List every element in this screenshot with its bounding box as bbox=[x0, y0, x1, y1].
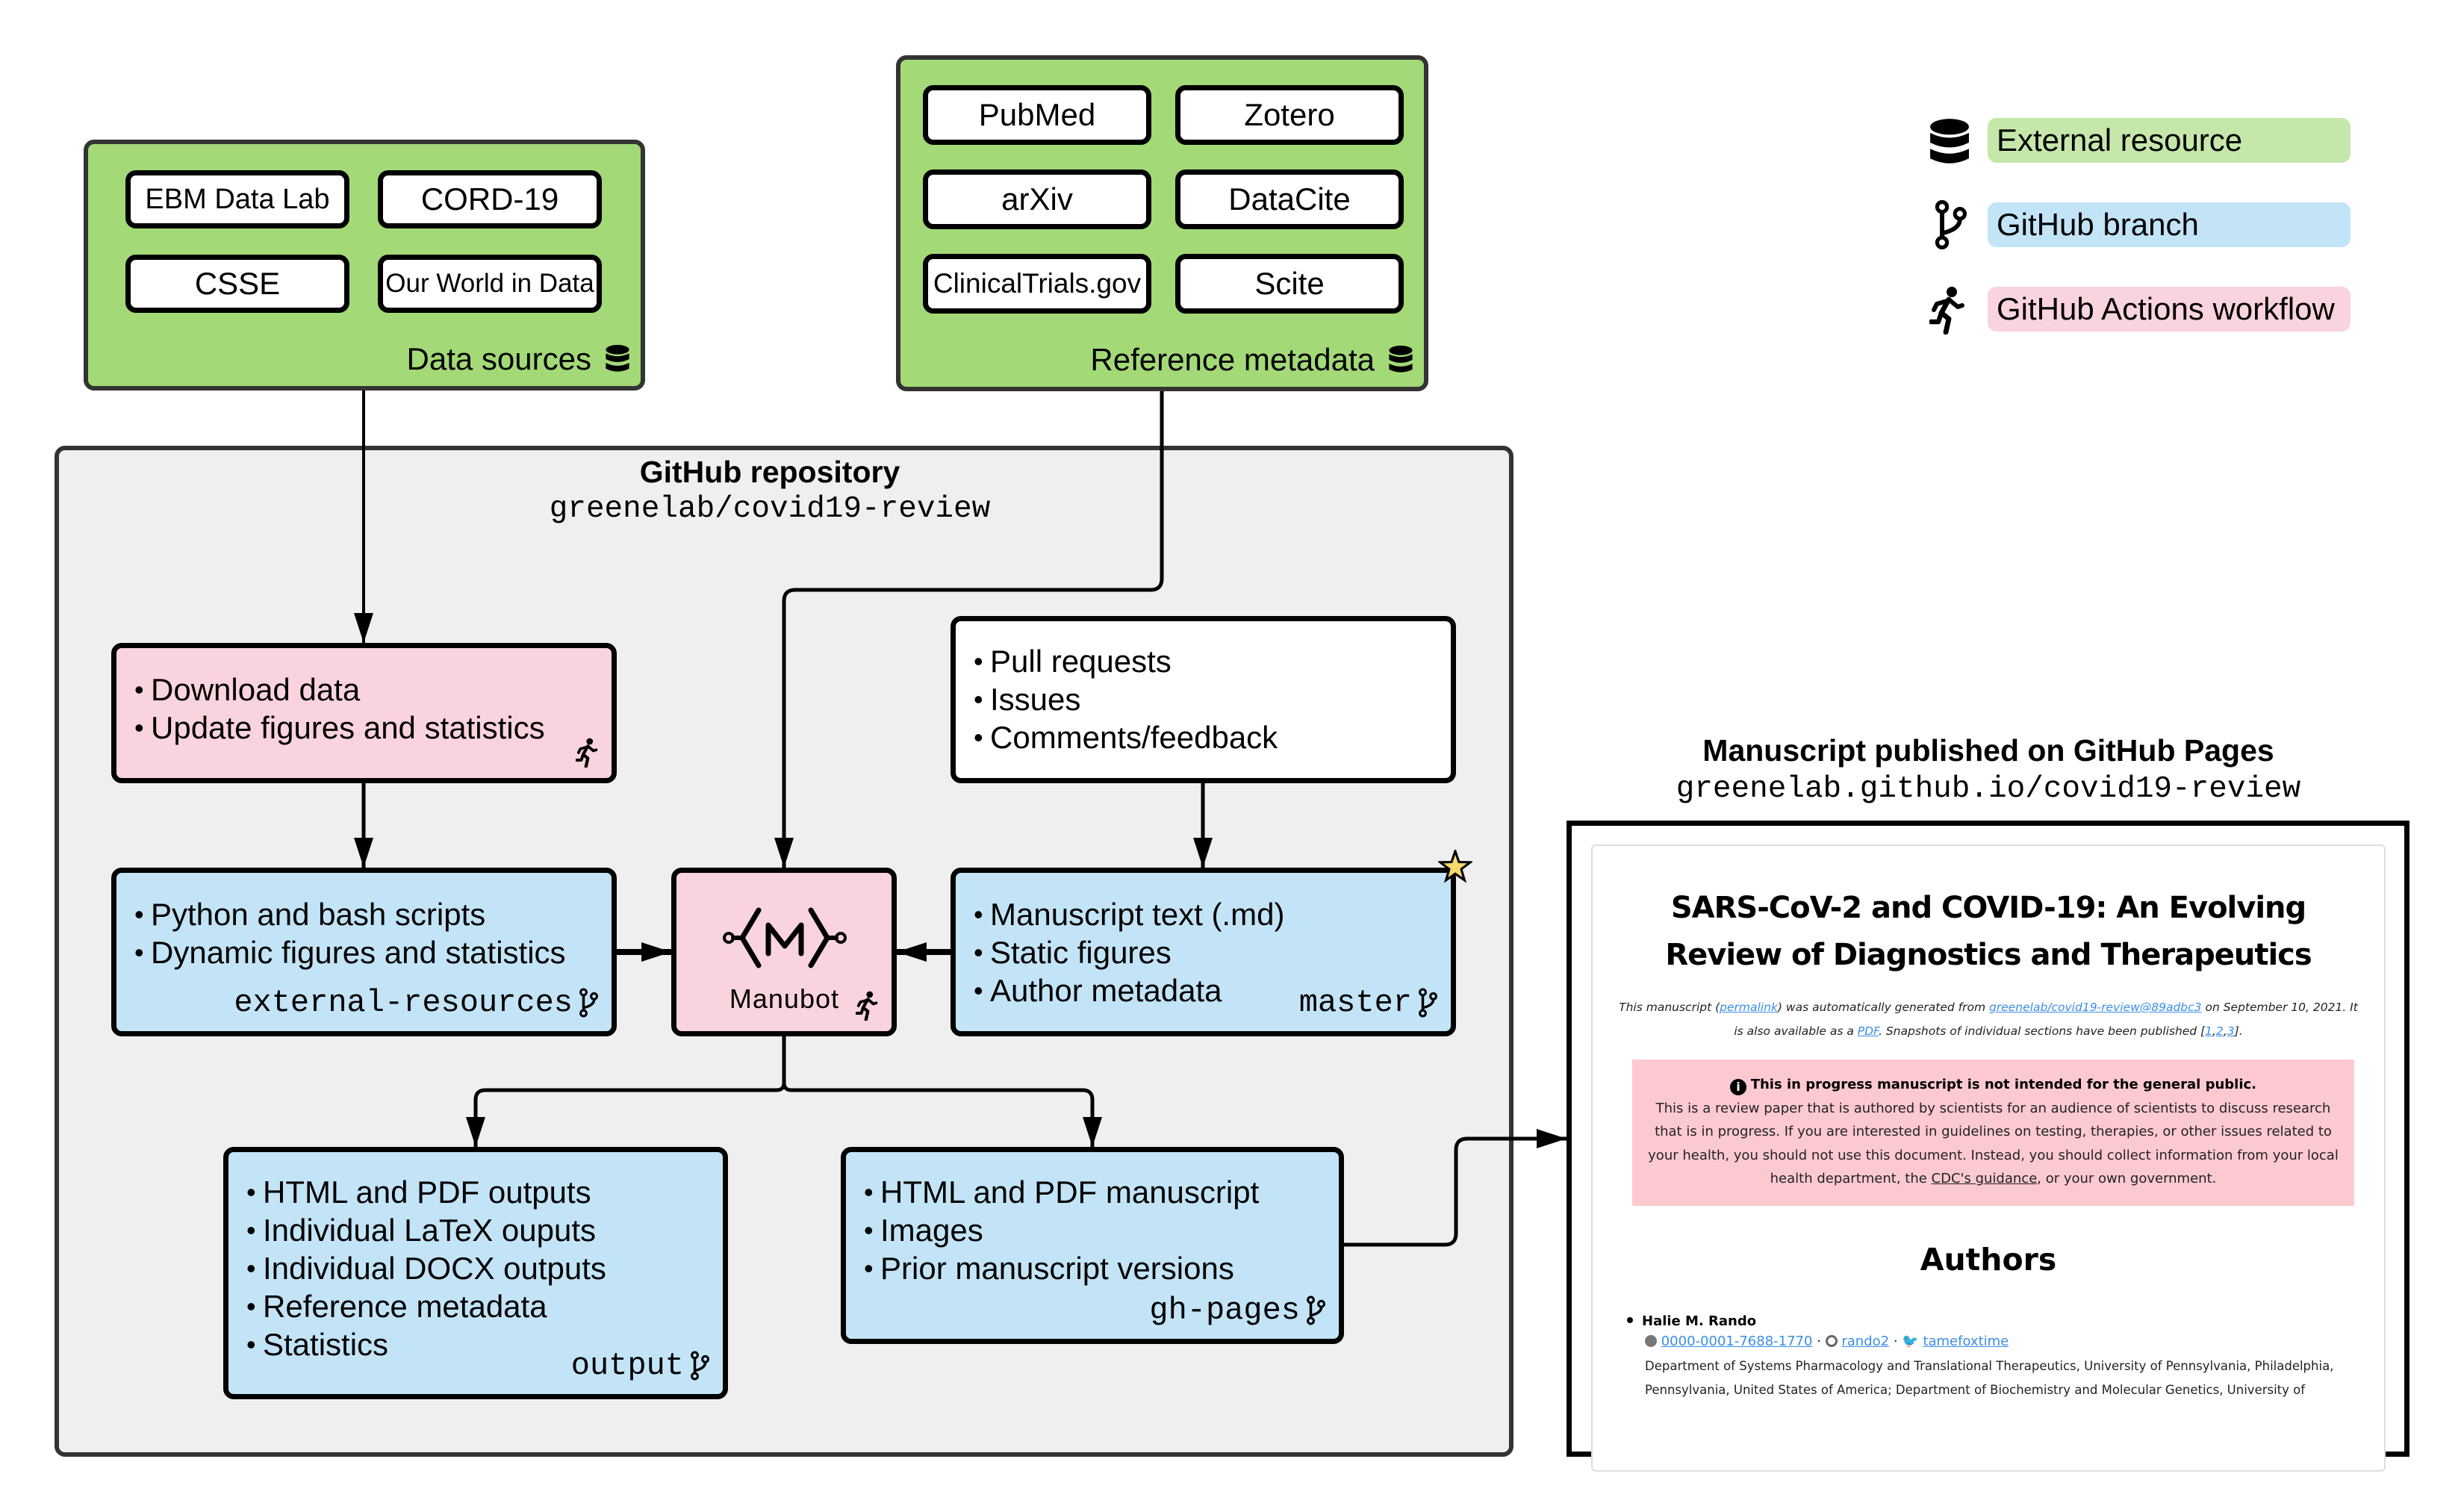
meta-text: ) was automatically generated from bbox=[1777, 1001, 1989, 1014]
snapshot-link[interactable]: 3 bbox=[2227, 1024, 2235, 1038]
running-person-icon bbox=[576, 738, 598, 768]
published-title: Manuscript published on GitHub Pages bbox=[1702, 733, 2274, 768]
branch-name: output bbox=[571, 1348, 709, 1384]
manuscript-preview: SARS-CoV-2 and COVID-19: An Evolving Rev… bbox=[1567, 821, 2409, 1472]
meta-text: This manuscript ( bbox=[1619, 1001, 1720, 1014]
connector-ghpages-to-site bbox=[1344, 1129, 1567, 1247]
cdc-guidance-link[interactable]: CDC's guidance bbox=[1932, 1171, 2038, 1186]
author-entry: Halie M. Rando 0000-0001-7688-1770 · ran… bbox=[1627, 1313, 2384, 1402]
list-item: Static figures bbox=[974, 933, 1284, 971]
branch-label: gh-pages bbox=[1149, 1292, 1300, 1328]
author-affiliation: Department of Systems Pharmacology and T… bbox=[1645, 1358, 2334, 1397]
disclaimer-alert: i This in progress manuscript is not int… bbox=[1632, 1060, 2354, 1206]
bullet bbox=[1627, 1316, 1633, 1323]
git-branch-icon bbox=[690, 1351, 709, 1381]
list-item: Update figures and statistics bbox=[134, 709, 545, 747]
branch-contents: Manuscript text (.md) Static figures Aut… bbox=[974, 895, 1284, 1009]
manuscript-title: SARS-CoV-2 and COVID-19: An Evolving Rev… bbox=[1665, 891, 2312, 972]
list-item: Python and bash scripts bbox=[134, 895, 566, 933]
alert-title: This in progress manuscript is not inten… bbox=[1750, 1077, 2257, 1092]
authors-heading: Authors bbox=[1920, 1241, 2057, 1278]
github-link[interactable]: rando2 bbox=[1841, 1334, 1889, 1349]
running-person-icon bbox=[856, 991, 878, 1021]
list-item: Author metadata bbox=[974, 971, 1284, 1009]
list-item: HTML and PDF manuscript bbox=[864, 1173, 1259, 1211]
author-name: Halie M. Rando bbox=[1642, 1313, 1757, 1329]
author-ids: 0000-0001-7688-1770 · rando2 · 🐦 tamefox… bbox=[1645, 1329, 2384, 1354]
branch-label: output bbox=[570, 1348, 684, 1384]
external-resources-branch[interactable]: Python and bash scripts Dynamic figures … bbox=[111, 868, 617, 1036]
branch-contents: HTML and PDF outputs Individual LaTeX ou… bbox=[246, 1173, 606, 1363]
git-branch-icon bbox=[1418, 988, 1437, 1018]
workflow-steps: Download data Update figures and statist… bbox=[134, 671, 545, 747]
list-item: HTML and PDF outputs bbox=[246, 1173, 606, 1211]
manubot-logo-icon bbox=[723, 907, 847, 968]
twitter-icon: 🐦 bbox=[1902, 1333, 1919, 1349]
list-item: Comments/feedback bbox=[974, 718, 1278, 756]
alert-heading: i This in progress manuscript is not int… bbox=[1646, 1073, 2341, 1097]
manuscript-page: SARS-CoV-2 and COVID-19: An Evolving Rev… bbox=[1591, 844, 2386, 1472]
orcid-link[interactable]: 0000-0001-7688-1770 bbox=[1661, 1334, 1813, 1349]
manubot-label: Manubot bbox=[729, 983, 839, 1014]
list-item: Images bbox=[864, 1211, 1259, 1249]
manubot-workflow[interactable]: Manubot bbox=[671, 868, 897, 1036]
connector-manubot-to-ghpages bbox=[782, 1082, 1095, 1147]
twitter-link[interactable]: tamefoxtime bbox=[1923, 1334, 2009, 1349]
list-item: Download data bbox=[134, 671, 545, 709]
branch-name: gh-pages bbox=[1149, 1292, 1325, 1328]
list-item: Dynamic figures and statistics bbox=[134, 933, 566, 971]
orcid-icon bbox=[1645, 1334, 1657, 1347]
manuscript-meta: This manuscript (permalink) was automati… bbox=[1619, 1001, 2358, 1038]
download-data-workflow[interactable]: Download data Update figures and statist… bbox=[111, 643, 617, 783]
pdf-link[interactable]: PDF bbox=[1858, 1024, 1879, 1038]
git-branch-icon bbox=[1306, 1295, 1325, 1325]
snapshot-link[interactable]: 2 bbox=[2216, 1024, 2224, 1038]
output-branch[interactable]: HTML and PDF outputs Individual LaTeX ou… bbox=[223, 1147, 728, 1399]
info-icon: i bbox=[1729, 1079, 1746, 1095]
list-item: Reference metadata bbox=[246, 1287, 606, 1325]
branch-name: external-resources bbox=[234, 985, 598, 1021]
branch-contents: HTML and PDF manuscript Images Prior man… bbox=[864, 1173, 1259, 1287]
list-item: Prior manuscript versions bbox=[864, 1249, 1259, 1287]
branch-contents: Python and bash scripts Dynamic figures … bbox=[134, 895, 566, 971]
list-item: Manuscript text (.md) bbox=[974, 895, 1284, 933]
published-url[interactable]: greenelab.github.io/covid19-review bbox=[1567, 772, 2410, 806]
permalink-link[interactable]: permalink bbox=[1720, 1001, 1778, 1014]
contribution-types: Pull requests Issues Comments/feedback bbox=[974, 642, 1278, 756]
list-item: Statistics bbox=[246, 1325, 606, 1363]
list-item: Individual DOCX outputs bbox=[246, 1249, 606, 1287]
github-icon bbox=[1825, 1334, 1838, 1347]
meta-text: ]. bbox=[2234, 1024, 2243, 1038]
list-item: Pull requests bbox=[974, 642, 1278, 680]
meta-text: . Snapshots of individual sections have … bbox=[1878, 1024, 2206, 1038]
branch-name: master bbox=[1299, 985, 1437, 1021]
list-item: Individual LaTeX ouputs bbox=[246, 1211, 606, 1249]
master-branch[interactable]: Manuscript text (.md) Static figures Aut… bbox=[951, 868, 1456, 1036]
star-icon bbox=[1438, 850, 1472, 883]
gh-pages-branch[interactable]: HTML and PDF manuscript Images Prior man… bbox=[841, 1147, 1344, 1344]
connector-manubot-to-output bbox=[466, 1036, 786, 1147]
branch-label: master bbox=[1298, 985, 1412, 1021]
git-branch-icon bbox=[579, 988, 598, 1018]
branch-label: external-resources bbox=[234, 985, 573, 1021]
list-item: Issues bbox=[974, 680, 1278, 718]
contributions-box[interactable]: Pull requests Issues Comments/feedback bbox=[951, 616, 1456, 783]
snapshot-link[interactable]: 1 bbox=[2205, 1024, 2212, 1038]
alert-text: , or your own government. bbox=[2037, 1171, 2217, 1186]
commit-link[interactable]: greenelab/covid19-review@89adbc3 bbox=[1989, 1001, 2202, 1014]
alert-body: This is a review paper that is authored … bbox=[1646, 1097, 2341, 1191]
